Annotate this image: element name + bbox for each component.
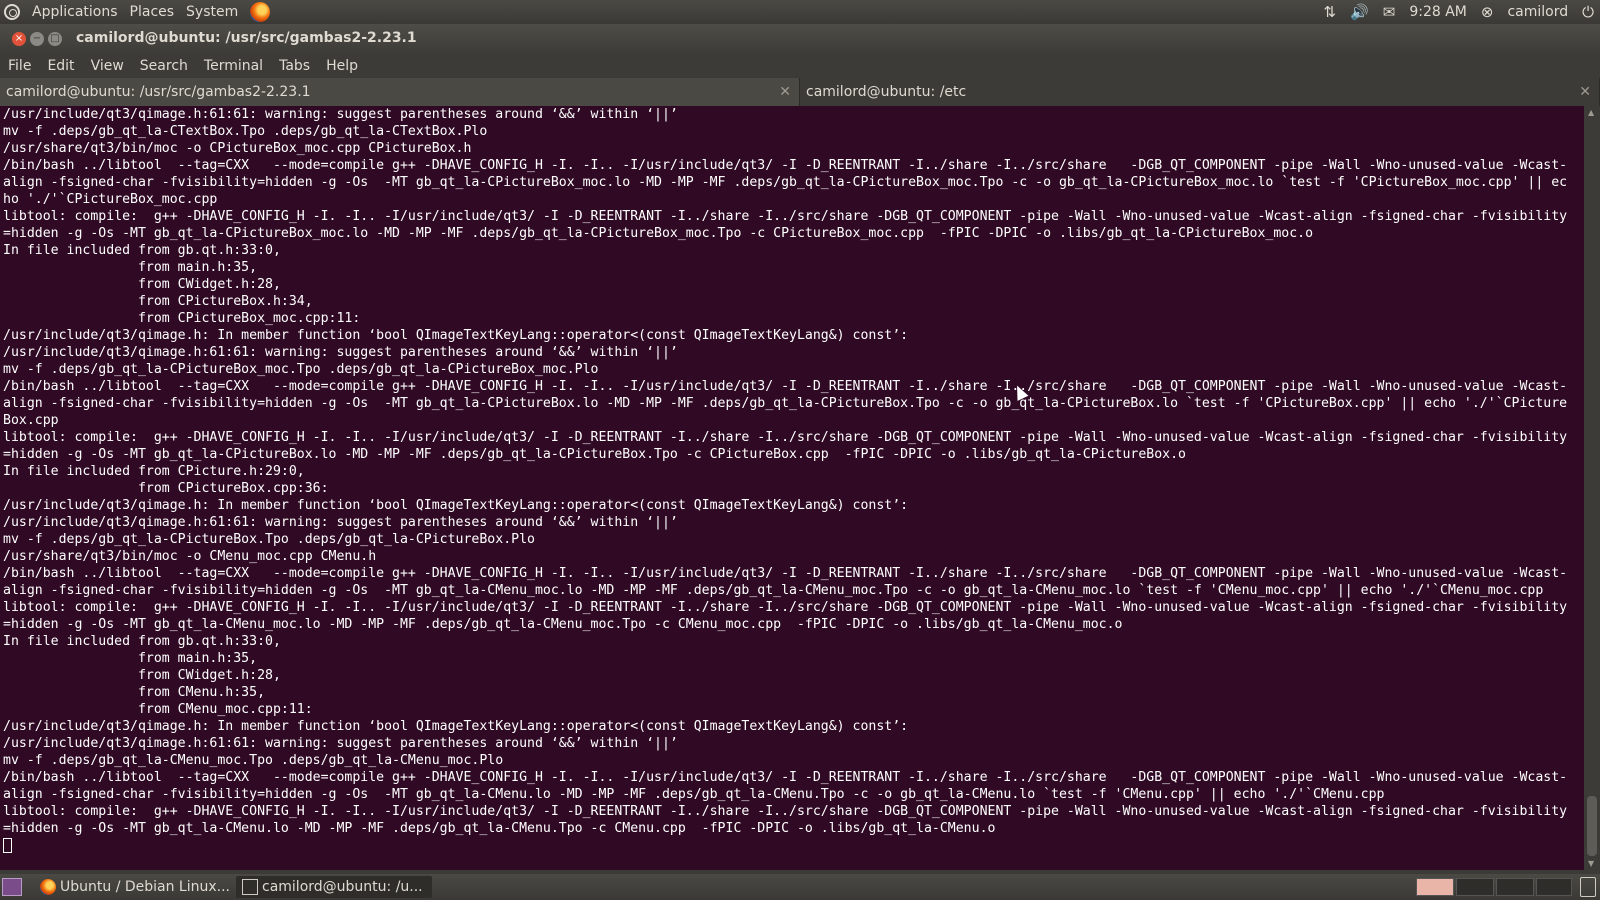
taskbar-item-terminal[interactable]: camilord@ubuntu: /u... [236, 876, 432, 898]
ubuntu-logo-icon[interactable] [4, 4, 20, 20]
terminal-line: /usr/include/qt3/qimage.h:61:61: warning… [3, 345, 678, 360]
trash-icon[interactable] [1580, 877, 1596, 897]
terminal-line: /usr/include/qt3/qimage.h:61:61: warning… [3, 736, 678, 751]
menu-search[interactable]: Search [132, 58, 196, 74]
terminal-line: from main.h:35, [3, 260, 258, 275]
window-maximize-button[interactable]: □ [48, 32, 62, 46]
clock[interactable]: 9:28 AM [1409, 4, 1467, 20]
scroll-down-icon[interactable]: ▼ [1588, 859, 1594, 868]
terminal-line: /usr/include/qt3/qimage.h:61:61: warning… [3, 515, 678, 530]
terminal-line: from CMenu.h:35, [3, 685, 266, 700]
places-menu[interactable]: Places [130, 4, 175, 20]
menubar: File Edit View Search Terminal Tabs Help [0, 54, 1600, 78]
menu-view[interactable]: View [83, 58, 132, 74]
terminal-line: /usr/share/qt3/bin/moc -o CPictureBox_mo… [3, 141, 472, 156]
window-close-button[interactable]: × [12, 32, 26, 46]
menu-terminal[interactable]: Terminal [196, 58, 271, 74]
terminal-line: ho './'`CPictureBox_moc.cpp [3, 192, 218, 207]
terminal-line: mv -f .deps/gb_qt_la-CPictureBox.Tpo .de… [3, 532, 535, 547]
workspace-3[interactable] [1496, 878, 1534, 896]
terminal-line: =hidden -g -Os -MT gb_qt_la-CPictureBox.… [3, 447, 1186, 462]
user-icon: ⊗ [1480, 3, 1494, 21]
volume-icon[interactable]: 🔊 [1350, 3, 1369, 21]
terminal-line: =hidden -g -Os -MT gb_qt_la-CMenu.lo -MD… [3, 821, 996, 836]
user-menu[interactable]: camilord [1507, 4, 1568, 20]
terminal-line: /usr/include/qt3/qimage.h: In member fun… [3, 498, 909, 513]
taskbar-label: Ubuntu / Debian Linux... [60, 879, 230, 895]
terminal-line: /usr/include/qt3/qimage.h: In member fun… [3, 719, 909, 734]
terminal-icon [242, 879, 258, 895]
mail-icon[interactable]: ✉ [1383, 3, 1396, 21]
terminal-line: align -fsigned-char -fvisibility=hidden … [3, 396, 1568, 411]
window-titlebar[interactable]: × − □ camilord@ubuntu: /usr/src/gambas2-… [0, 24, 1600, 54]
firefox-icon [40, 879, 56, 895]
workspace-2[interactable] [1456, 878, 1494, 896]
terminal-line: =hidden -g -Os -MT gb_qt_la-CPictureBox_… [3, 226, 1314, 241]
system-menu[interactable]: System [186, 4, 238, 20]
terminal-line: In file included from gb.qt.h:33:0, [3, 243, 281, 258]
terminal-line: mv -f .deps/gb_qt_la-CPictureBox_moc.Tpo… [3, 362, 599, 377]
scroll-up-icon[interactable]: ▲ [1588, 108, 1594, 117]
terminal-line: /bin/bash ../libtool --tag=CXX --mode=co… [3, 158, 1568, 173]
window-minimize-button[interactable]: − [30, 32, 44, 46]
network-icon[interactable]: ⇅ [1324, 3, 1337, 21]
terminal-line: /bin/bash ../libtool --tag=CXX --mode=co… [3, 566, 1568, 581]
scroll-thumb[interactable] [1587, 796, 1597, 856]
terminal-line: libtool: compile: g++ -DHAVE_CONFIG_H -I… [3, 600, 1568, 615]
terminal-output[interactable]: /usr/include/qt3/qimage.h:61:61: warning… [0, 106, 1584, 870]
terminal-line: from CWidget.h:28, [3, 277, 281, 292]
menu-edit[interactable]: Edit [39, 58, 82, 74]
terminal-line: /usr/include/qt3/qimage.h:61:61: warning… [3, 107, 678, 122]
terminal-line: from CPictureBox.h:34, [3, 294, 313, 309]
terminal-line: mv -f .deps/gb_qt_la-CMenu_moc.Tpo .deps… [3, 753, 504, 768]
terminal-line: Box.cpp [3, 413, 59, 428]
menu-tabs[interactable]: Tabs [271, 58, 318, 74]
terminal-line: align -fsigned-char -fvisibility=hidden … [3, 787, 1385, 802]
terminal-line: /usr/share/qt3/bin/moc -o CMenu_moc.cpp … [3, 549, 377, 564]
taskbar-item-firefox[interactable]: Ubuntu / Debian Linux... [34, 876, 230, 898]
taskbar-label: camilord@ubuntu: /u... [262, 879, 423, 895]
terminal-line: libtool: compile: g++ -DHAVE_CONFIG_H -I… [3, 430, 1568, 445]
tab-label: camilord@ubuntu: /usr/src/gambas2-2.23.1 [6, 84, 311, 100]
terminal-line: /usr/include/qt3/qimage.h: In member fun… [3, 328, 909, 343]
close-icon[interactable]: ✕ [1579, 78, 1591, 106]
terminal-line: =hidden -g -Os -MT gb_qt_la-CMenu_moc.lo… [3, 617, 1123, 632]
terminal-cursor [3, 837, 12, 853]
top-panel: Applications Places System ⇅ 🔊 ✉ 9:28 AM… [0, 0, 1600, 24]
terminal-line: libtool: compile: g++ -DHAVE_CONFIG_H -I… [3, 209, 1568, 224]
terminal-line: from CMenu_moc.cpp:11: [3, 702, 313, 717]
terminal-line: from CWidget.h:28, [3, 668, 281, 683]
terminal-scrollbar[interactable]: ▲ ▼ [1584, 106, 1600, 870]
tab-etc[interactable]: camilord@ubuntu: /etc ✕ [800, 78, 1600, 106]
terminal-line: libtool: compile: g++ -DHAVE_CONFIG_H -I… [3, 804, 1568, 819]
firefox-launcher-icon[interactable] [250, 2, 271, 22]
menu-help[interactable]: Help [318, 58, 366, 74]
prompt-line[interactable] [0, 837, 1584, 854]
terminal-line: from main.h:35, [3, 651, 258, 666]
terminal-line: /bin/bash ../libtool --tag=CXX --mode=co… [3, 770, 1568, 785]
menu-file[interactable]: File [0, 58, 39, 74]
terminal-line: mv -f .deps/gb_qt_la-CTextBox.Tpo .deps/… [3, 124, 488, 139]
workspace-4[interactable] [1536, 878, 1572, 896]
terminal-line: align -fsigned-char -fvisibility=hidden … [3, 583, 1544, 598]
terminal-line: In file included from CPicture.h:29:0, [3, 464, 305, 479]
tab-bar: camilord@ubuntu: /usr/src/gambas2-2.23.1… [0, 78, 1600, 106]
terminal-line: In file included from gb.qt.h:33:0, [3, 634, 281, 649]
window-title: camilord@ubuntu: /usr/src/gambas2-2.23.1 [76, 30, 417, 46]
terminal-line: /bin/bash ../libtool --tag=CXX --mode=co… [3, 379, 1568, 394]
workspace-1[interactable] [1416, 878, 1454, 896]
close-icon[interactable]: ✕ [779, 78, 791, 106]
tab-label: camilord@ubuntu: /etc [806, 84, 967, 100]
tab-gambas[interactable]: camilord@ubuntu: /usr/src/gambas2-2.23.1… [0, 78, 800, 106]
applications-menu[interactable]: Applications [32, 4, 118, 20]
terminal-line: align -fsigned-char -fvisibility=hidden … [3, 175, 1568, 190]
power-icon[interactable]: ⏻ [1582, 3, 1594, 21]
terminal-line: from CPictureBox_moc.cpp:11: [3, 311, 361, 326]
show-desktop-icon[interactable] [2, 878, 22, 896]
bottom-panel: Ubuntu / Debian Linux... camilord@ubuntu… [0, 874, 1600, 900]
terminal-line: from CPictureBox.cpp:36: [3, 481, 329, 496]
